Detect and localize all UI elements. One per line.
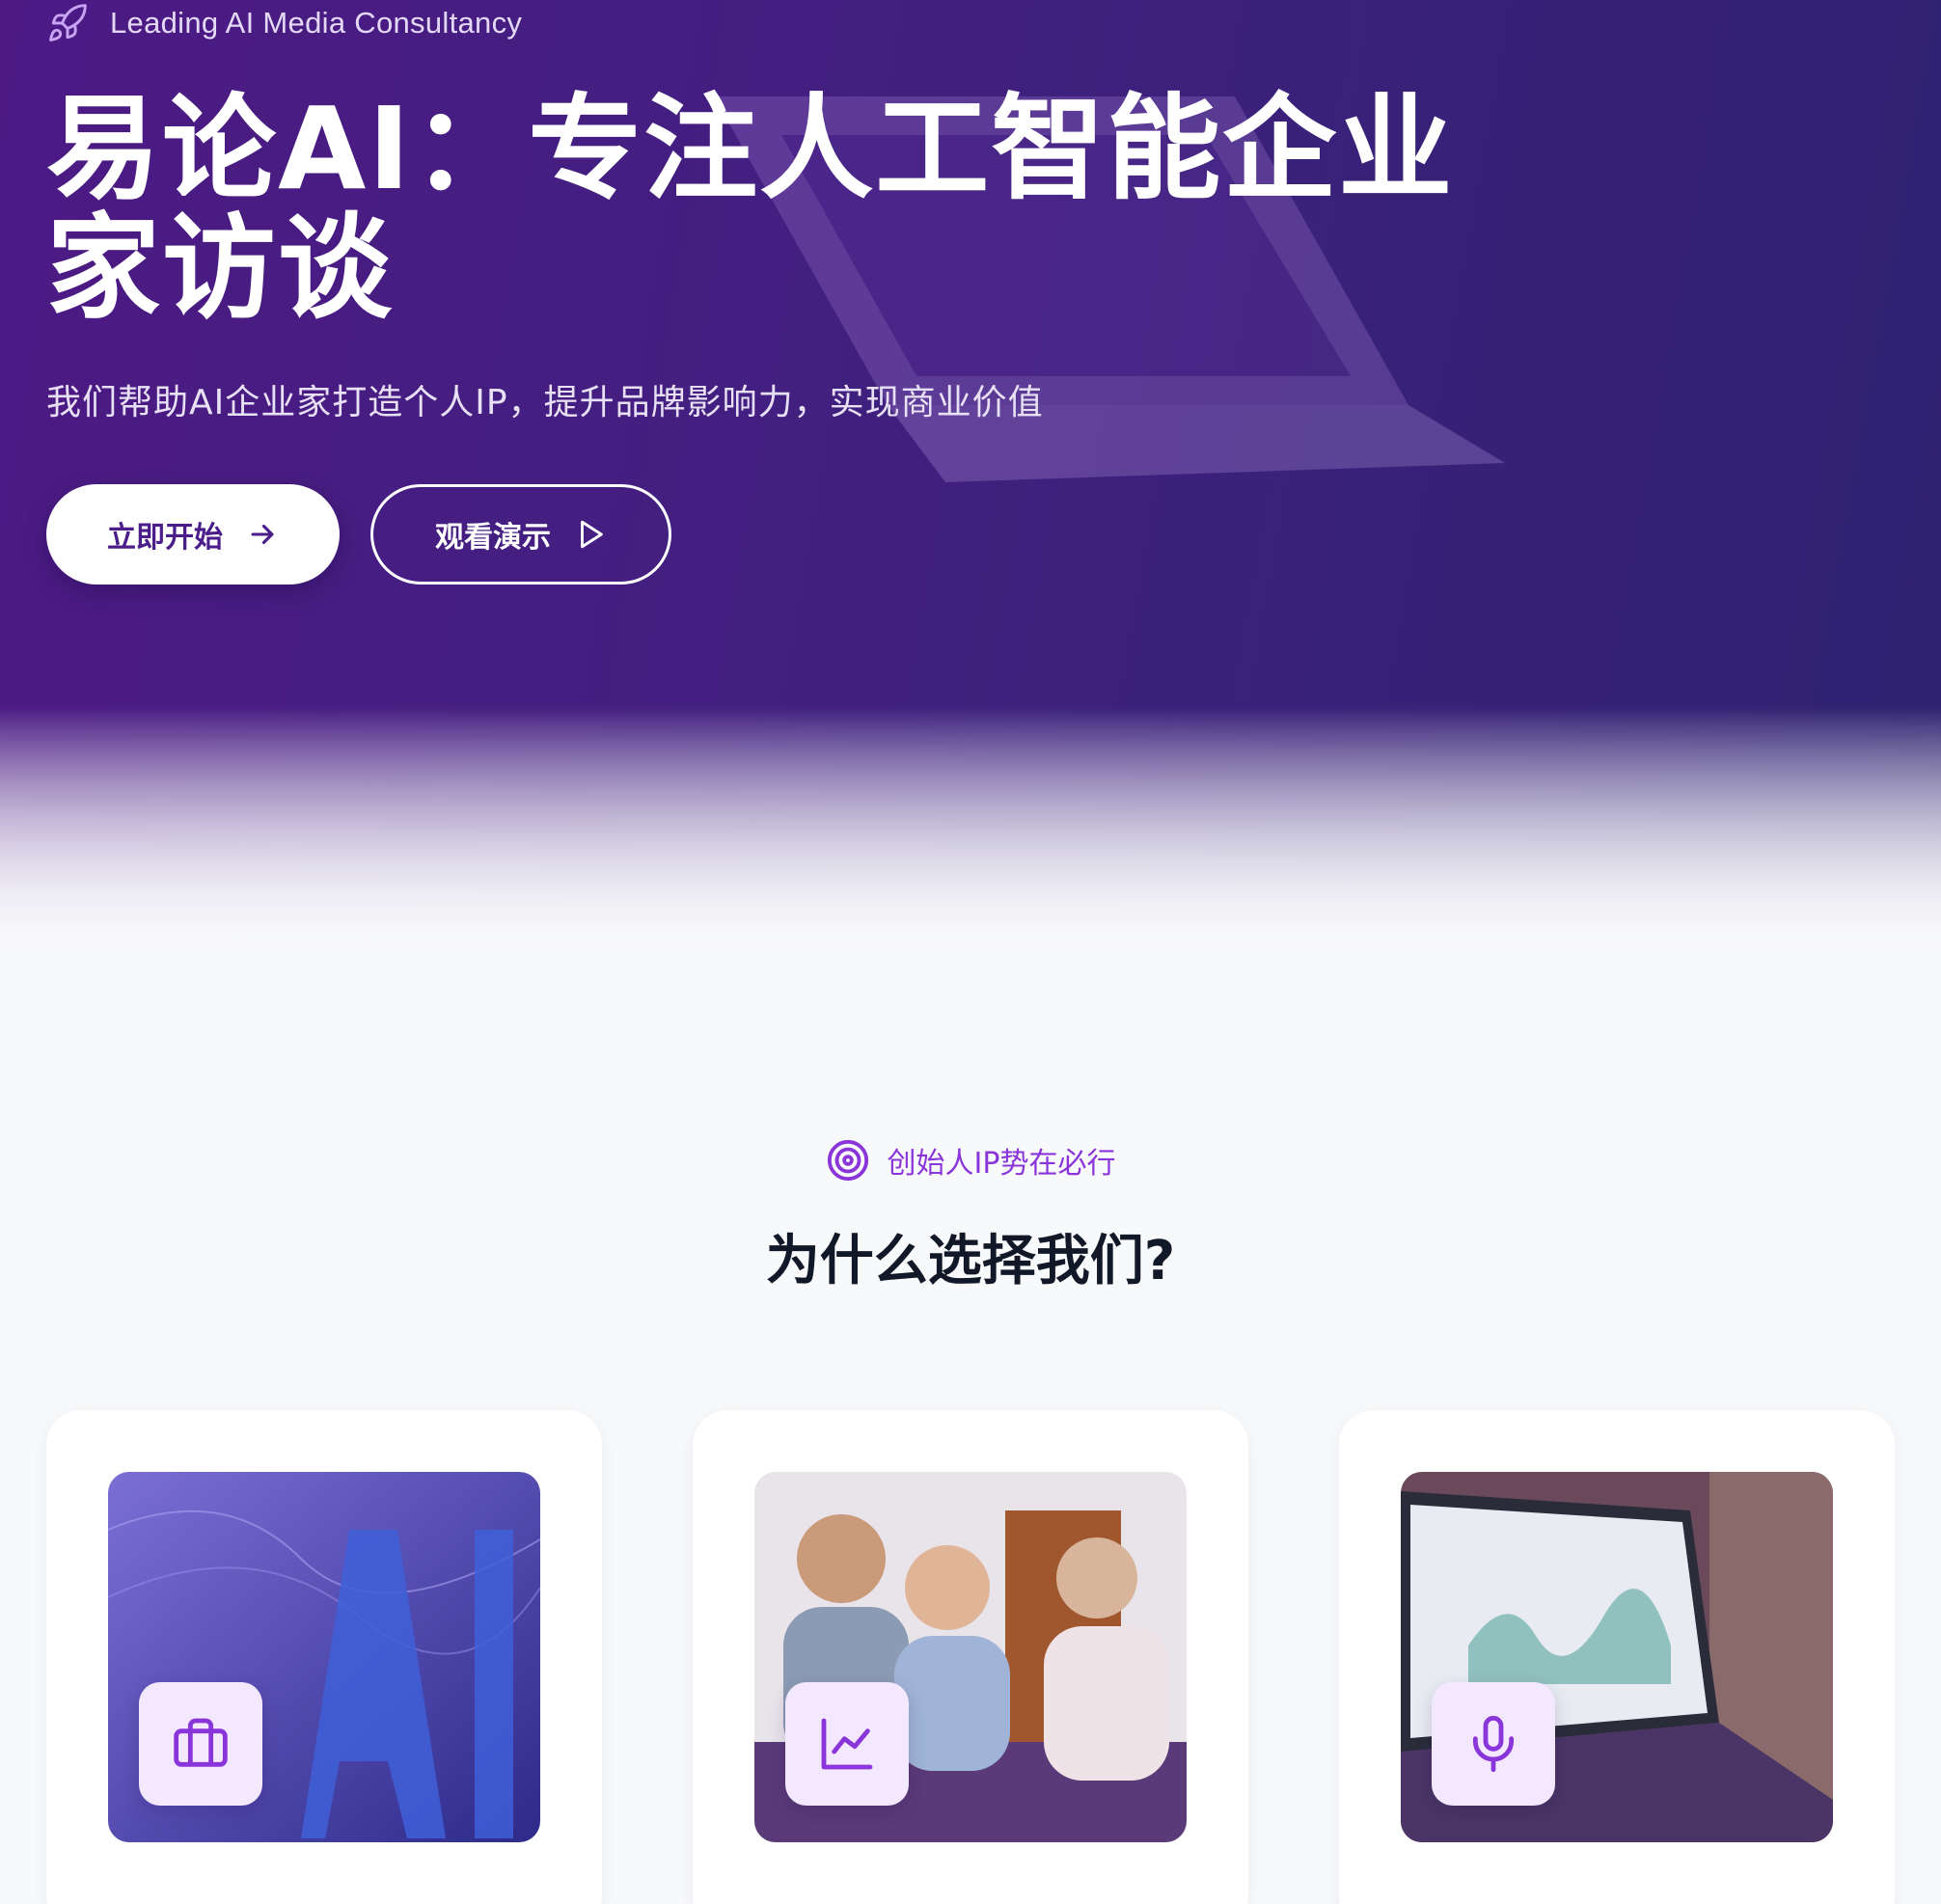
chart-line-icon	[821, 1718, 873, 1770]
card-icon-tile	[1432, 1682, 1555, 1806]
start-now-label: 立即开始	[107, 521, 223, 555]
watch-demo-label: 观看演示	[435, 521, 551, 555]
hero-section: Leading AI Media Consultancy 易论AI：专注人工智能…	[0, 0, 1941, 955]
arrow-right-icon	[251, 524, 274, 545]
rocket-icon	[49, 4, 87, 41]
watch-demo-button[interactable]: 观看演示	[370, 484, 671, 585]
feature-card[interactable]	[1339, 1410, 1895, 1904]
hero-badge-text: Leading AI Media Consultancy	[110, 6, 523, 40]
card-icon-tile	[785, 1682, 909, 1806]
feature-card[interactable]	[46, 1410, 602, 1904]
section-tag-text: 创始人IP势在必行	[887, 1147, 1116, 1181]
briefcase-icon	[174, 1718, 228, 1767]
card-icon-tile	[139, 1682, 262, 1806]
microphone-icon	[1472, 1715, 1515, 1773]
hero-fade	[0, 704, 1941, 955]
target-icon	[827, 1139, 868, 1182]
hero-subtitle: 我们帮助AI企业家打造个人IP，提升品牌影响力，实现商业价值	[46, 383, 1044, 422]
hero-badge: Leading AI Media Consultancy	[46, 4, 522, 42]
hero-title: 易论AI：专注人工智能企业家访谈	[46, 82, 1455, 335]
section-title: 为什么选择我们?	[765, 1230, 1176, 1292]
play-icon	[581, 520, 603, 549]
section-tag: 创始人IP势在必行	[0, 1138, 1941, 1183]
start-now-button[interactable]: 立即开始	[46, 484, 340, 585]
feature-card[interactable]	[693, 1410, 1248, 1904]
